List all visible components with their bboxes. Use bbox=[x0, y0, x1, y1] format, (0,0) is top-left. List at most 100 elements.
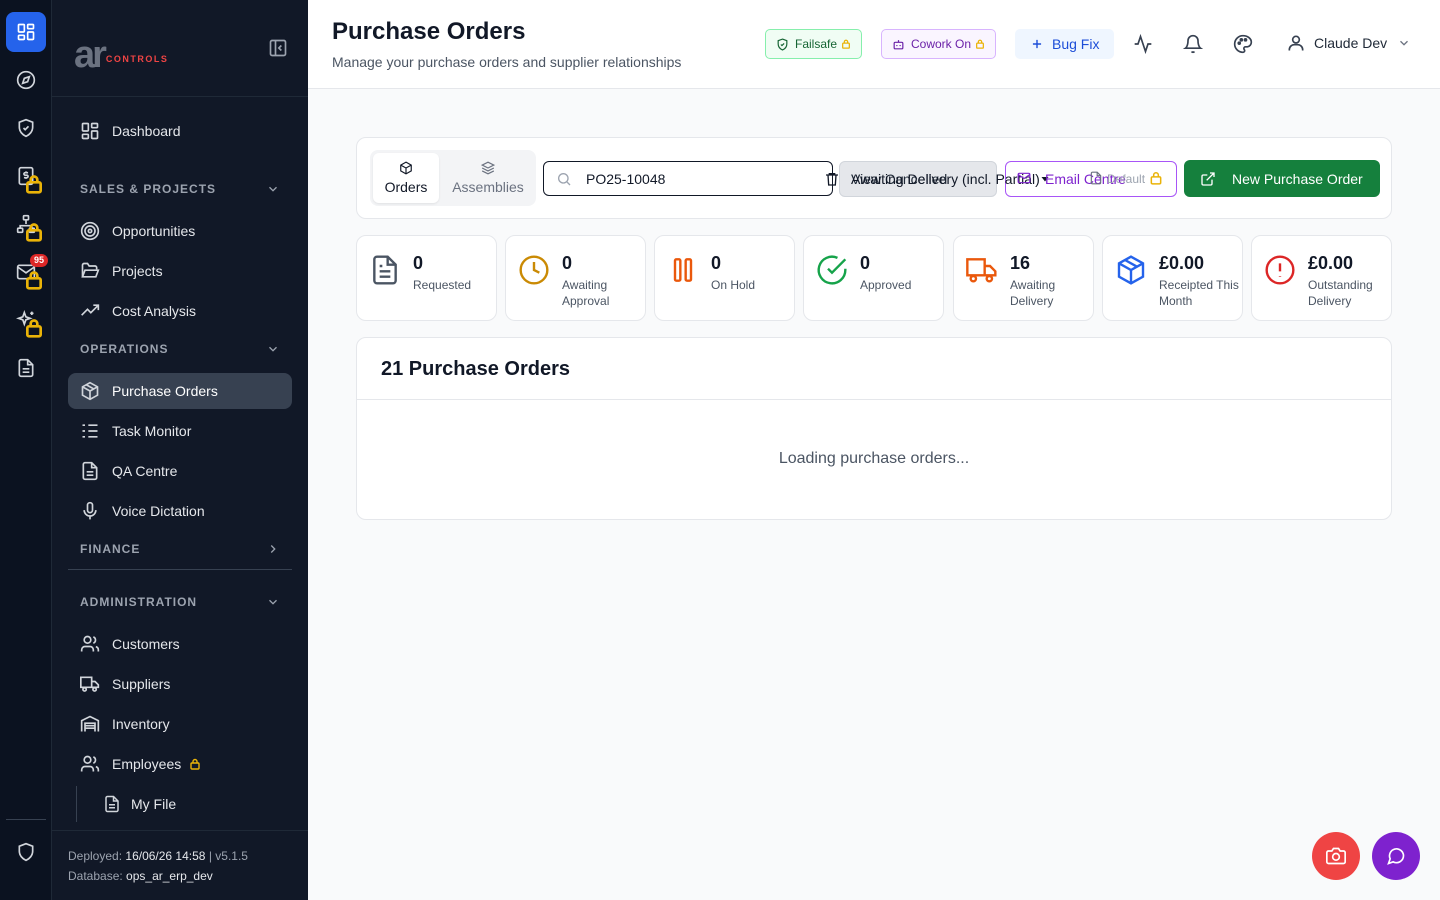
sidebar-item-customers[interactable]: Customers bbox=[68, 626, 292, 662]
screenshot-button[interactable] bbox=[1312, 832, 1360, 880]
sidebar-item-qa-centre[interactable]: QA Centre bbox=[68, 453, 292, 489]
rail-finance[interactable] bbox=[6, 156, 46, 196]
external-link-icon bbox=[1201, 171, 1215, 186]
sidebar-item-label: Suppliers bbox=[112, 676, 171, 692]
new-purchase-order-button[interactable]: New Purchase Order bbox=[1184, 160, 1380, 197]
failsafe-toggle[interactable]: Failsafe bbox=[765, 29, 863, 59]
stat-value: 16 bbox=[1010, 253, 1031, 273]
icon-rail: 95 bbox=[0, 0, 52, 900]
stat-value: 0 bbox=[562, 253, 573, 273]
section-sales-projects[interactable]: SALES & PROJECTS bbox=[80, 182, 280, 196]
page-subtitle: Manage your purchase orders and supplier… bbox=[332, 54, 682, 70]
rail-security[interactable] bbox=[6, 108, 46, 148]
section-operations[interactable]: OPERATIONS bbox=[80, 342, 280, 356]
sidebar-item-my-file[interactable]: My File bbox=[76, 786, 292, 822]
activity-icon[interactable] bbox=[1133, 34, 1153, 54]
trending-up-icon bbox=[81, 304, 100, 316]
sidebar-item-dashboard[interactable]: Dashboard bbox=[68, 113, 292, 149]
loading-message: Loading purchase orders... bbox=[778, 450, 970, 467]
grid-icon bbox=[17, 23, 35, 41]
shield-check-icon bbox=[777, 37, 788, 51]
rail-explore[interactable] bbox=[6, 60, 46, 100]
sidebar-item-task-monitor[interactable]: Task Monitor bbox=[68, 413, 292, 449]
document-icon bbox=[18, 358, 34, 378]
rail-documents[interactable] bbox=[6, 348, 46, 388]
user-icon bbox=[1288, 35, 1304, 51]
package-icon bbox=[81, 381, 99, 401]
bot-icon bbox=[893, 39, 904, 49]
user-name: Claude Dev bbox=[1314, 35, 1388, 51]
panel-divider bbox=[357, 399, 1391, 400]
stat-value: 0 bbox=[413, 253, 424, 273]
stat-value: 0 bbox=[711, 253, 722, 273]
sidebar-item-label: My File bbox=[131, 796, 177, 812]
list-checks-icon bbox=[82, 424, 98, 438]
default-view-label[interactable]: Default bbox=[1107, 172, 1145, 186]
cowork-toggle[interactable]: Cowork On bbox=[881, 29, 997, 59]
sidebar-item-suppliers[interactable]: Suppliers bbox=[68, 666, 292, 702]
chat-button[interactable] bbox=[1372, 832, 1420, 880]
stat-card-awaiting-delivery[interactable]: 16 Awaiting Delivery bbox=[953, 235, 1094, 321]
database-label: Database: bbox=[68, 869, 123, 883]
target-icon bbox=[80, 221, 100, 241]
sidebar-item-label: Purchase Orders bbox=[112, 383, 218, 399]
search-icon bbox=[558, 172, 571, 185]
tab-orders[interactable]: Orders bbox=[373, 153, 439, 203]
rail-mail[interactable]: 95 bbox=[6, 252, 48, 292]
clock-icon bbox=[519, 255, 549, 285]
stat-card-approved[interactable]: 0 Approved bbox=[803, 235, 944, 321]
section-finance[interactable]: FINANCE bbox=[80, 542, 280, 556]
view-switcher: Orders Assemblies bbox=[370, 150, 536, 206]
folder-open-icon bbox=[81, 262, 100, 278]
bug-fix-button[interactable]: Bug Fix bbox=[1015, 29, 1115, 59]
stat-card-outstanding-delivery[interactable]: £0.00 Outstanding Delivery bbox=[1251, 235, 1392, 321]
orders-toolbar: Orders Assemblies View Cancelled Awaitin… bbox=[356, 137, 1392, 219]
sidebar-item-cost-analysis[interactable]: Cost Analysis bbox=[68, 293, 292, 329]
document-icon bbox=[1090, 171, 1102, 185]
rail-admin[interactable] bbox=[6, 832, 46, 872]
document-icon bbox=[373, 255, 397, 285]
orders-count-title: 21 Purchase Orders bbox=[381, 358, 570, 380]
sidebar-item-label: Voice Dictation bbox=[112, 503, 205, 519]
user-menu[interactable]: Claude Dev bbox=[1286, 33, 1411, 53]
purchase-orders-panel: 21 Purchase Orders Loading purchase orde… bbox=[356, 337, 1392, 520]
sidebar-item-purchase-orders[interactable]: Purchase Orders bbox=[68, 373, 292, 409]
search-box[interactable] bbox=[543, 161, 833, 196]
stat-label: Receipted This Month bbox=[1159, 278, 1239, 308]
lock-icon bbox=[976, 39, 984, 49]
palette-icon[interactable] bbox=[1233, 34, 1253, 54]
sidebar-item-label: Employees bbox=[112, 756, 182, 772]
rail-ai[interactable] bbox=[6, 300, 46, 340]
lock-icon bbox=[842, 39, 850, 49]
stat-card-requested[interactable]: 0 Requested bbox=[356, 235, 497, 321]
company-logo[interactable]: ar CONTROLS bbox=[74, 36, 168, 74]
lock-icon bbox=[26, 223, 42, 242]
sidebar-item-voice-dictation[interactable]: Voice Dictation bbox=[68, 493, 292, 529]
lock-icon bbox=[26, 319, 42, 338]
sidebar-item-opportunities[interactable]: Opportunities bbox=[68, 213, 292, 249]
tab-assemblies[interactable]: Assemblies bbox=[442, 153, 534, 203]
stat-card-on-hold[interactable]: 0 On Hold bbox=[654, 235, 795, 321]
section-administration[interactable]: ADMINISTRATION bbox=[80, 595, 280, 609]
package-icon bbox=[400, 161, 412, 175]
sidebar-divider bbox=[68, 569, 292, 570]
stat-card-awaiting-approval[interactable]: 0 Awaiting Approval bbox=[505, 235, 646, 321]
sidebar-item-employees[interactable]: Employees bbox=[68, 746, 292, 782]
pause-icon bbox=[673, 258, 693, 282]
rail-org[interactable] bbox=[6, 204, 46, 244]
bell-icon[interactable] bbox=[1183, 34, 1203, 54]
section-label: SALES & PROJECTS bbox=[80, 182, 217, 196]
shield-icon bbox=[18, 842, 34, 862]
search-input[interactable] bbox=[586, 170, 806, 187]
page-header: Purchase Orders Manage your purchase ord… bbox=[308, 0, 1440, 89]
truck-icon bbox=[80, 676, 100, 692]
stat-card-receipted-month[interactable]: £0.00 Receipted This Month bbox=[1102, 235, 1243, 321]
rail-dashboard[interactable] bbox=[6, 12, 46, 52]
sidebar-item-projects[interactable]: Projects bbox=[68, 253, 292, 289]
sidebar-collapse-icon[interactable] bbox=[268, 38, 288, 58]
cowork-label: Cowork On bbox=[911, 37, 972, 51]
compass-icon bbox=[16, 70, 36, 90]
stat-label: Awaiting Delivery bbox=[1010, 278, 1056, 308]
sidebar-item-inventory[interactable]: Inventory bbox=[68, 706, 292, 742]
lock-icon bbox=[190, 758, 200, 770]
